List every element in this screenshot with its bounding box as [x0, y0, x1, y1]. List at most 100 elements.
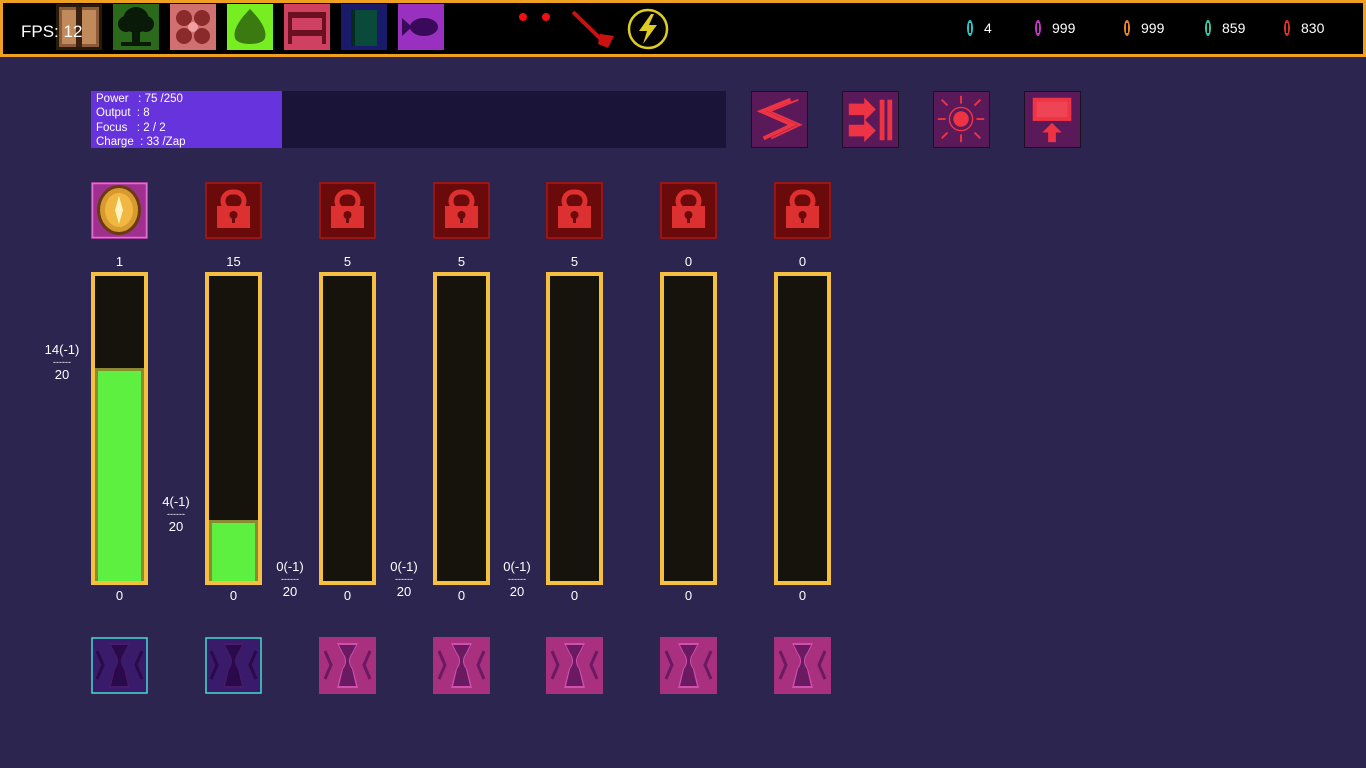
- label-max: 20: [509, 584, 525, 599]
- fish-icon: [398, 4, 444, 50]
- label-max: 20: [54, 366, 70, 382]
- slime-icon: [227, 4, 273, 50]
- lightning-action-button[interactable]: [751, 91, 808, 148]
- rune-icon: [319, 637, 376, 694]
- slot-fill-label: 0(-1) ------ 20: [267, 559, 313, 600]
- slot-bottom-value: 0: [798, 588, 807, 603]
- locked-slot-button[interactable]: [546, 182, 603, 239]
- slot-bottom-value: 0: [570, 588, 579, 603]
- bed-icon: [284, 4, 330, 50]
- fps-counter: FPS: 12: [21, 22, 83, 41]
- slot-top-value: 5: [457, 254, 466, 269]
- label-max: 20: [168, 519, 184, 534]
- lock-icon: [433, 182, 490, 239]
- rune-icon: [774, 637, 831, 694]
- power-line: Power : 75 /250: [96, 93, 183, 105]
- slot-gauge-fill: [95, 367, 144, 581]
- slot-gauge: [433, 272, 490, 585]
- rune-slot-button[interactable]: [91, 637, 148, 694]
- focus-line: Focus : 2 / 2: [96, 121, 166, 134]
- lightning-status-icon[interactable]: [626, 7, 670, 51]
- slot-top-value: 0: [684, 254, 693, 269]
- slot-top-value: 1: [115, 254, 124, 269]
- red-gem-icon: [1284, 20, 1290, 36]
- label-current: 0(-1): [390, 559, 418, 574]
- label-current: 14(-1): [44, 341, 80, 357]
- coin-slot-button[interactable]: [91, 182, 148, 239]
- slot-top-value: 5: [570, 254, 579, 269]
- lock-icon: [546, 182, 603, 239]
- resource-value: 999: [1052, 20, 1076, 36]
- slot-fill-label: 4(-1) ------ 20: [153, 494, 199, 535]
- fish-tool-button[interactable]: [398, 4, 444, 50]
- slot-bottom-value: 0: [229, 588, 238, 603]
- rune-icon: [205, 637, 262, 694]
- slot-bottom-value: 0: [115, 588, 124, 603]
- rune-icon: [660, 637, 717, 694]
- resource-value: 4: [984, 20, 992, 36]
- label-max: 20: [282, 584, 298, 599]
- slot-top-value: 15: [226, 254, 241, 269]
- power-stats: Power : 75 /250 Output : 8 Focus : 2 / 2 Ch…: [96, 92, 186, 149]
- book-icon: [341, 4, 387, 50]
- slot-gauge: [774, 272, 831, 585]
- upgrade-action-button[interactable]: [1024, 91, 1081, 148]
- label-current: 0(-1): [503, 559, 531, 574]
- flower-tool-button[interactable]: [170, 4, 216, 50]
- resource-cyan-gem: 4: [966, 19, 992, 37]
- locked-slot-button[interactable]: [319, 182, 376, 239]
- slot-fill-label: 0(-1) ------ 20: [494, 559, 540, 600]
- resource-teal-gem: 859: [1204, 19, 1245, 37]
- slot-top-value: 5: [343, 254, 352, 269]
- label-divider: ------: [395, 574, 413, 584]
- upgrade-action-icon: [1025, 92, 1080, 147]
- bed-tool-button[interactable]: [284, 4, 330, 50]
- label-current: 4(-1): [162, 494, 190, 509]
- locked-slot-button[interactable]: [660, 182, 717, 239]
- locked-slot-button[interactable]: [433, 182, 490, 239]
- label-divider: ------: [167, 509, 185, 519]
- label-current: 0(-1): [276, 559, 304, 574]
- lock-icon: [660, 182, 717, 239]
- rune-icon: [546, 637, 603, 694]
- flower-icon: [170, 4, 216, 50]
- resource-value: 859: [1222, 20, 1246, 36]
- rune-slot-button[interactable]: [205, 637, 262, 694]
- resource-value: 830: [1301, 20, 1325, 36]
- lock-icon: [774, 182, 831, 239]
- lock-icon: [205, 182, 262, 239]
- resource-orange-gem: 999: [1123, 19, 1164, 37]
- rune-slot-button[interactable]: [319, 637, 376, 694]
- transfer-action-button[interactable]: [842, 91, 899, 148]
- slot-gauge: [319, 272, 376, 585]
- lock-icon: [319, 182, 376, 239]
- resource-red-gem: 830: [1283, 19, 1324, 37]
- rune-slot-button[interactable]: [433, 637, 490, 694]
- slime-tool-button[interactable]: [227, 4, 273, 50]
- rune-icon: [91, 637, 148, 694]
- rune-slot-button[interactable]: [774, 637, 831, 694]
- burst-action-icon: [934, 92, 989, 147]
- orange-gem-icon: [1124, 20, 1130, 36]
- teal-gem-icon: [1205, 20, 1211, 36]
- tree-tool-button[interactable]: [113, 4, 159, 50]
- rune-slot-button[interactable]: [660, 637, 717, 694]
- rune-slot-button[interactable]: [546, 637, 603, 694]
- slot-gauge: [91, 272, 148, 585]
- slot-gauge-fill: [209, 520, 258, 581]
- label-max: 20: [396, 584, 412, 599]
- transfer-action-icon: [843, 92, 898, 147]
- coin-icon: [91, 182, 148, 239]
- output-line: Output : 8: [96, 107, 150, 120]
- slot-bottom-value: 0: [343, 588, 352, 603]
- burst-action-button[interactable]: [933, 91, 990, 148]
- locked-slot-button[interactable]: [205, 182, 262, 239]
- slot-gauge: [660, 272, 717, 585]
- book-tool-button[interactable]: [341, 4, 387, 50]
- locked-slot-button[interactable]: [774, 182, 831, 239]
- slot-bottom-value: 0: [457, 588, 466, 603]
- label-divider: ------: [53, 356, 71, 367]
- power-panel: Power : 75 /250 Output : 8 Focus : 2 / 2 Ch…: [91, 91, 726, 148]
- slot-bottom-value: 0: [684, 588, 693, 603]
- slot-gauge: [205, 272, 262, 585]
